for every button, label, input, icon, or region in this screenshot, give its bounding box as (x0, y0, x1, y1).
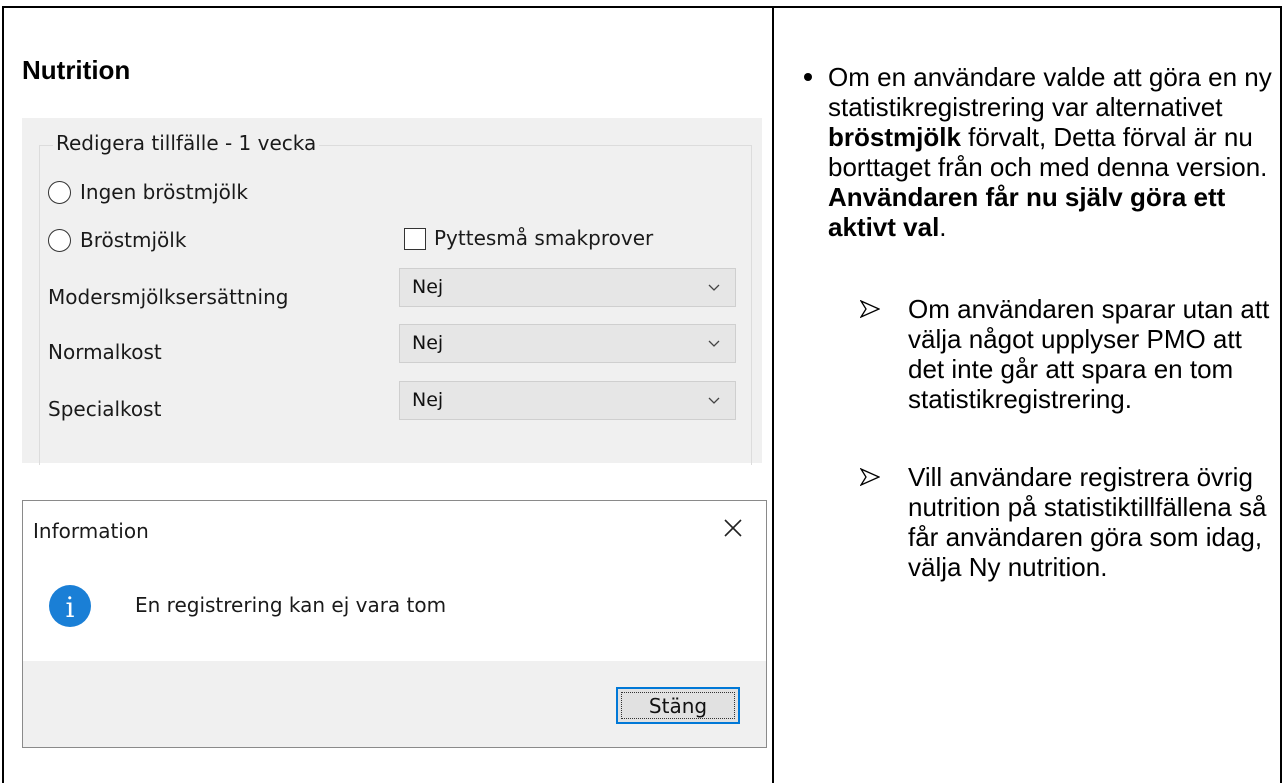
select-special-diet[interactable]: Nej (399, 381, 736, 420)
chevron-down-icon (708, 340, 720, 347)
select-normal-diet-value: Nej (412, 332, 444, 354)
note-text-bold2: Användaren får nu själv göra ett aktivt … (828, 182, 1226, 242)
select-special-diet-value: Nej (412, 389, 444, 411)
section-title: Nutrition (22, 55, 131, 85)
radio-breastmilk-label: Bröstmjölk (80, 228, 187, 252)
sub-note-text: Om användaren sparar utan att välja någo… (908, 294, 1270, 414)
edit-occasion-panel: Redigera tillfälle - 1 vecka Ingen bröst… (22, 118, 762, 465)
checkbox-tiny-tastes[interactable] (404, 228, 426, 250)
checkbox-tiny-tastes-label: Pyttesmå smakprover (434, 226, 654, 250)
sub-notes-list: Om användaren sparar utan att välja någo… (852, 294, 1272, 582)
bullet-dot-icon (804, 73, 812, 81)
notes-column: Om en användare valde att göra en ny sta… (792, 62, 1272, 630)
arrowhead-bullet-icon (860, 468, 880, 486)
list-item: Om en användare valde att göra en ny sta… (792, 62, 1272, 242)
dialog-title: Information (33, 519, 149, 543)
field-label-normal-diet: Normalkost (48, 340, 162, 364)
notes-list: Om en användare valde att göra en ny sta… (792, 62, 1272, 242)
note-text-part1: Om en användare valde att göra en ny sta… (828, 62, 1272, 122)
select-formula-value: Nej (412, 276, 444, 298)
radio-no-breastmilk[interactable] (48, 181, 71, 204)
note-text-bold1: bröstmjölk (828, 122, 961, 152)
info-icon: i (49, 585, 91, 627)
column-divider (772, 8, 774, 783)
information-dialog: Information i En registrering kan ej var… (22, 500, 767, 748)
close-button-label: Stäng (648, 694, 708, 718)
list-item: Om användaren sparar utan att välja någo… (852, 294, 1272, 414)
group-box-title: Redigera tillfälle - 1 vecka (53, 131, 320, 155)
chevron-down-icon (708, 397, 720, 404)
dialog-message: En registrering kan ej vara tom (135, 593, 447, 617)
field-label-formula: Modersmjölksersättning (48, 285, 289, 309)
radio-breastmilk[interactable] (48, 229, 71, 252)
field-label-special-diet: Specialkost (48, 397, 162, 421)
list-item: Vill användare registrera övrig nutritio… (852, 462, 1272, 582)
close-button[interactable]: Stäng (616, 687, 740, 724)
sub-note-text: Vill användare registrera övrig nutritio… (908, 462, 1267, 582)
radio-no-breastmilk-label: Ingen bröstmjölk (80, 180, 248, 204)
close-icon[interactable] (720, 515, 746, 541)
chevron-down-icon (708, 284, 720, 291)
note-text-part3: . (939, 212, 947, 242)
select-formula[interactable]: Nej (399, 268, 736, 307)
arrowhead-bullet-icon (860, 300, 880, 318)
dialog-footer: Stäng (23, 661, 766, 747)
select-normal-diet[interactable]: Nej (399, 324, 736, 363)
